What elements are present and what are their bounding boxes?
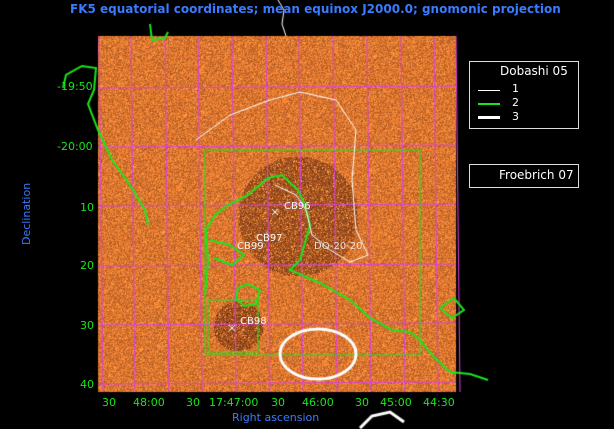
x-tick-label: 30 [355,396,369,409]
legend-label: 1 [512,82,519,95]
legend-swatch [478,116,500,119]
legend-label: 2 [512,96,519,109]
y-tick-label: -19:50 [57,80,93,93]
legend-froebrich: Froebrich 07 [469,164,579,188]
x-tick-label: 30 [271,396,285,409]
legend-swatch [478,103,500,105]
x-tick-label: 48:00 [133,396,165,409]
plot-title: FK5 equatorial coordinates; mean equinox… [70,2,561,16]
x-tick-label: 46:00 [302,396,334,409]
object-label-cb99: CB99 [237,241,264,252]
y-tick-label: 40 [80,378,94,391]
object-label-cb96: CB96 [284,201,311,212]
x-axis-label: Right ascension [232,411,320,424]
legend-title: Dobashi 05 [500,64,568,78]
x-tick-label: 30 [102,396,116,409]
x-tick-label: 45:00 [380,396,412,409]
legend2-title: Froebrich 07 [499,168,574,182]
legend-label: 3 [512,110,519,123]
legend-dobashi: Dobashi 05 1 2 3 [469,61,579,129]
y-tick-label: 10 [80,201,94,214]
y-axis-label: Declination [20,182,33,245]
y-tick-label: 20 [80,259,94,272]
y-tick-label: -20:00 [57,140,93,153]
object-label-do: DO-20-20 [314,241,363,252]
y-tick-label: 30 [80,319,94,332]
object-label-cb98: CB98 [240,316,267,327]
x-tick-label: 17:47:00 [209,396,259,409]
x-tick-label: 30 [186,396,200,409]
x-tick-label: 44:30 [423,396,455,409]
legend-swatch [478,90,500,91]
